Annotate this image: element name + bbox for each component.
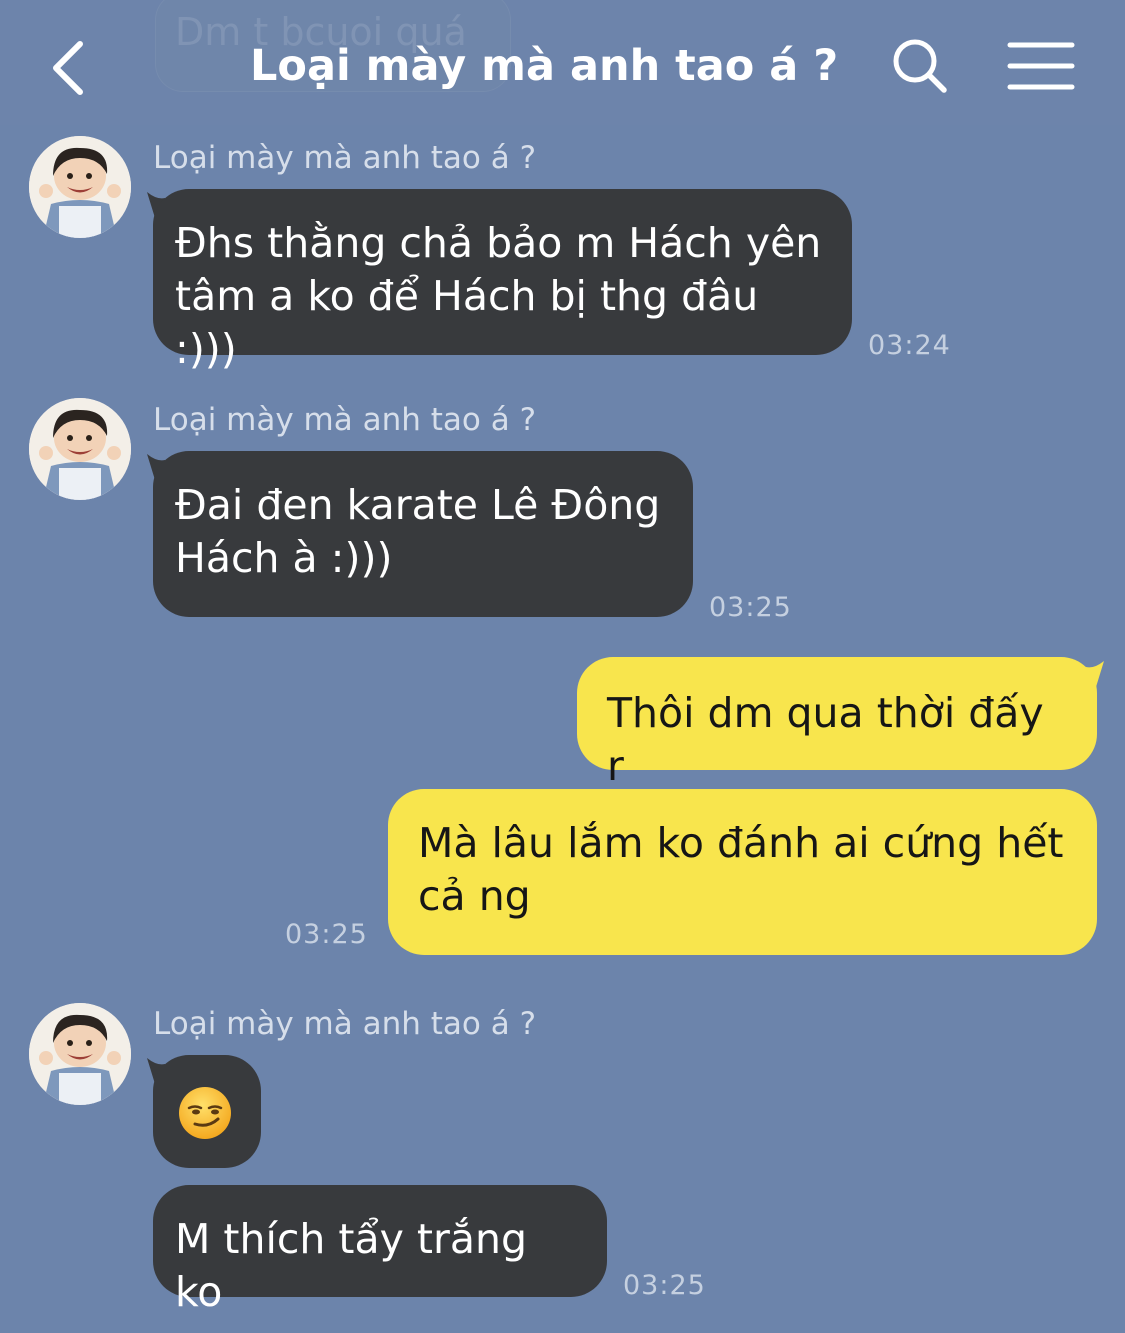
message-text: Mà lâu lắm ko đánh ai cứng hết cả ng <box>418 819 1064 920</box>
message-text: Đhs thằng chả bảo m Hách yên tâm a ko để… <box>175 219 822 373</box>
sender-name: Loại mày mà anh tao á ? <box>153 140 537 176</box>
message-bubble[interactable]: Mà lâu lắm ko đánh ai cứng hết cả ng <box>388 789 1097 955</box>
hamburger-menu-icon <box>1007 42 1075 90</box>
message-timestamp: 03:25 <box>285 919 368 950</box>
avatar[interactable] <box>29 1003 131 1105</box>
message-timestamp: 03:24 <box>868 330 951 361</box>
child-avatar-image <box>29 398 131 500</box>
message-bubble[interactable]: M thích tẩy trắng ko <box>153 1185 607 1316</box>
chat-screen: Dm t bcuoi quá Loại mày mà anh tao á ? L… <box>0 0 1125 1333</box>
message-bubble[interactable]: Đai đen karate Lê Đông Hách à :))) <box>153 451 693 617</box>
message-text: Đai đen karate Lê Đông Hách à :))) <box>175 481 661 582</box>
message-text: M thích tẩy trắng ko <box>175 1215 541 1316</box>
avatar[interactable] <box>29 398 131 500</box>
message-timestamp: 03:25 <box>623 1270 706 1301</box>
child-avatar-image <box>29 136 131 238</box>
child-avatar-image <box>29 1003 131 1105</box>
chat-title: Loại mày mà anh tao á ? <box>250 41 839 91</box>
chevron-left-icon <box>53 41 83 95</box>
smirk-emoji <box>179 1087 231 1139</box>
search-icon <box>893 39 947 93</box>
chat-header: Dm t bcuoi quá Loại mày mà anh tao á ? <box>0 0 1125 125</box>
message-bubble[interactable]: Thôi dm qua thời đấy r <box>577 657 1097 790</box>
message-bubble[interactable]: Đhs thằng chả bảo m Hách yên tâm a ko để… <box>153 189 852 373</box>
search-button[interactable] <box>888 36 950 96</box>
menu-button[interactable] <box>1006 40 1076 92</box>
avatar[interactable] <box>29 136 131 238</box>
message-timestamp: 03:25 <box>709 592 792 623</box>
sender-name: Loại mày mà anh tao á ? <box>153 1006 537 1042</box>
message-text: Thôi dm qua thời đấy r <box>607 689 1057 790</box>
sender-name: Loại mày mà anh tao á ? <box>153 402 537 438</box>
back-button[interactable] <box>44 36 100 96</box>
message-bubble[interactable] <box>153 1055 261 1168</box>
